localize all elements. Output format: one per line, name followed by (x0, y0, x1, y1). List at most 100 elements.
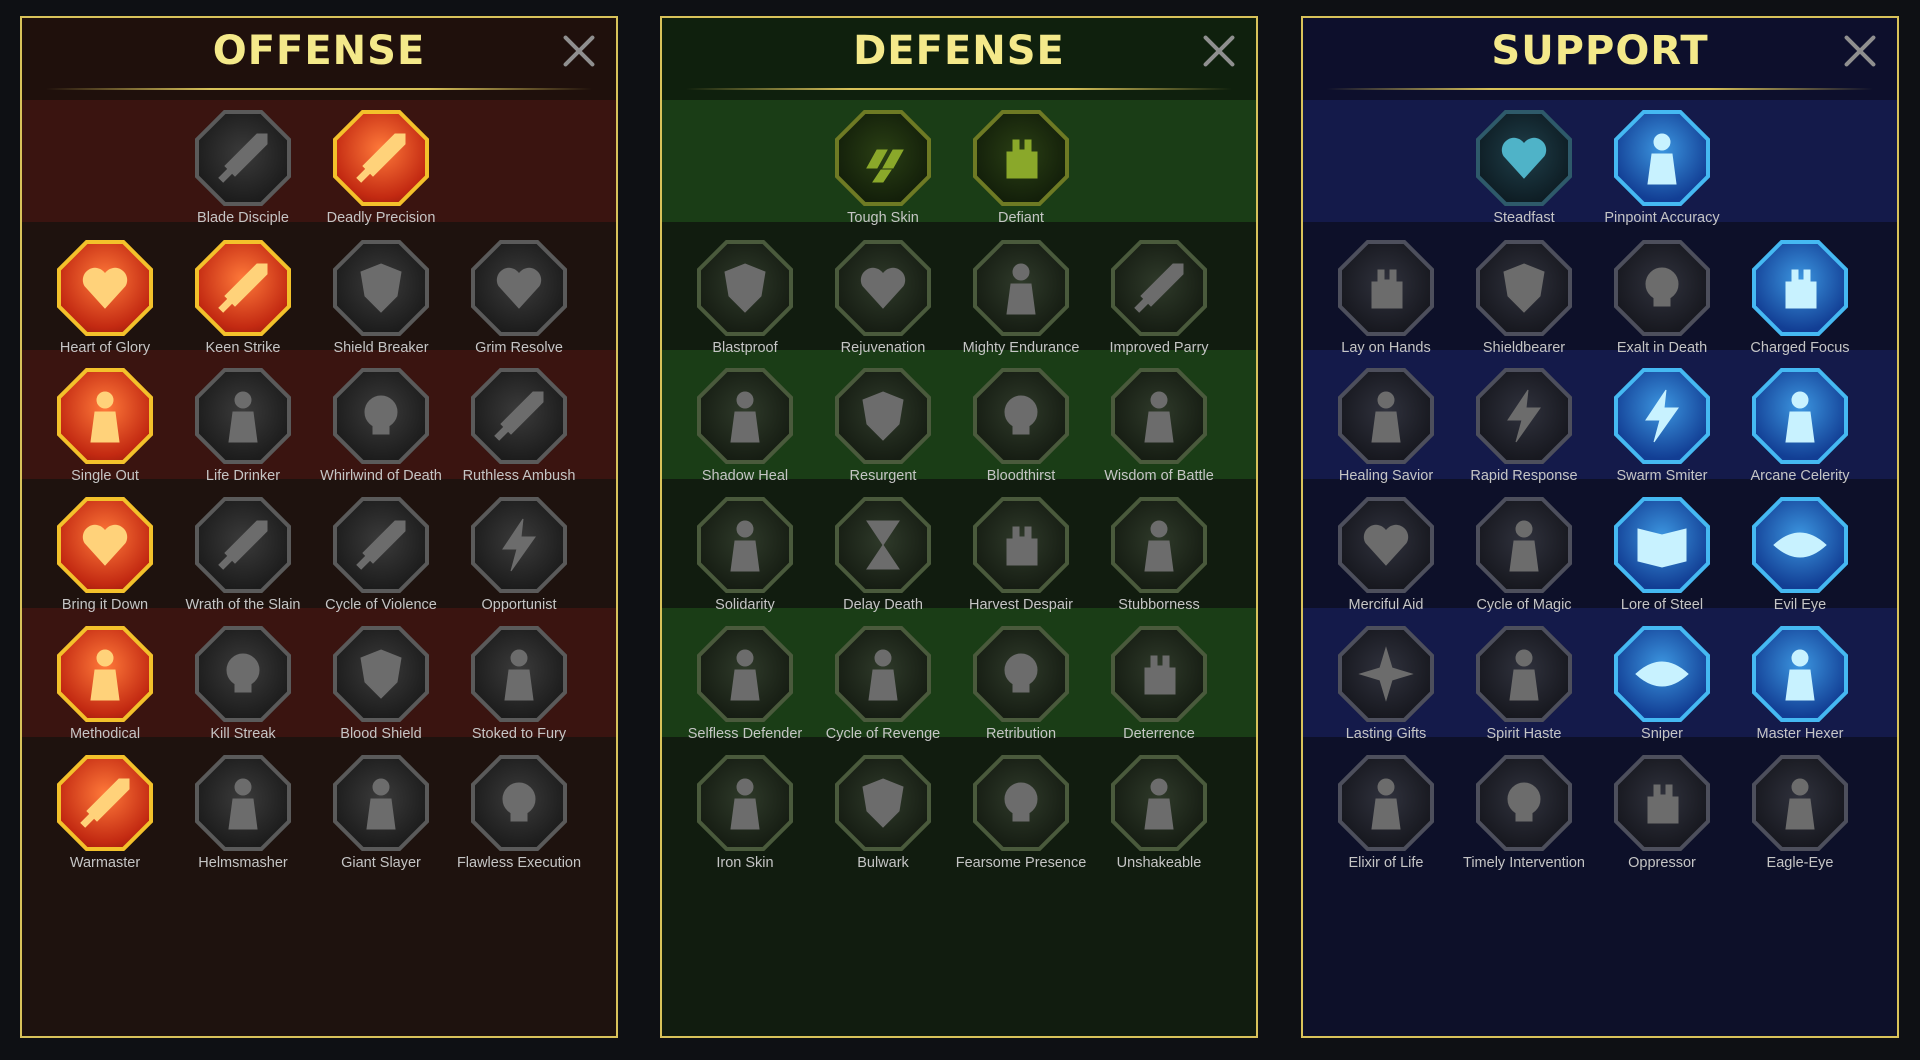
skill-deterrence[interactable]: Deterrence (1090, 626, 1228, 776)
skill-lasting-gifts[interactable]: Lasting Gifts (1317, 626, 1455, 776)
skill-iron-skin[interactable]: Iron Skin (676, 755, 814, 905)
skill-label: Single Out (71, 468, 139, 484)
skill-label: Whirlwind of Death (320, 468, 442, 484)
skill-label: Eagle-Eye (1766, 855, 1834, 871)
skill-giant-slayer[interactable]: Giant Slayer (312, 755, 450, 905)
skill-label: Blastproof (712, 340, 778, 356)
skill-label: Keen Strike (205, 340, 281, 356)
skill-label: Stoked to Fury (471, 726, 567, 742)
skill-cycle-of-violence[interactable]: Cycle of Violence (312, 497, 450, 647)
skill-shadow-heal[interactable]: Shadow Heal (676, 368, 814, 518)
skill-delay-death[interactable]: Delay Death (814, 497, 952, 647)
skill-frame (1111, 368, 1207, 464)
skill-label: Deadly Precision (326, 210, 436, 226)
skill-cycle-of-revenge[interactable]: Cycle of Revenge (814, 626, 952, 776)
skill-label: Flawless Execution (456, 855, 582, 871)
header-divider (46, 88, 592, 90)
skill-swarm-smiter[interactable]: Swarm Smiter (1593, 368, 1731, 518)
skill-frame (471, 755, 567, 851)
skill-label: Steadfast (1493, 210, 1555, 226)
skill-bloodthirst[interactable]: Bloodthirst (952, 368, 1090, 518)
skill-frame (1752, 755, 1848, 851)
skill-label: Exalt in Death (1616, 340, 1708, 356)
skill-frame (333, 626, 429, 722)
skill-bring-it-down[interactable]: Bring it Down (36, 497, 174, 647)
skill-unshakeable[interactable]: Unshakeable (1090, 755, 1228, 905)
skill-blade-disciple[interactable]: Blade Disciple (174, 110, 312, 260)
skill-wrath-of-the-slain[interactable]: Wrath of the Slain (174, 497, 312, 647)
skill-harvest-despair[interactable]: Harvest Despair (952, 497, 1090, 647)
skill-frame (1476, 368, 1572, 464)
skill-frame (835, 497, 931, 593)
skill-cycle-of-magic[interactable]: Cycle of Magic (1455, 497, 1593, 647)
skill-opportunist[interactable]: Opportunist (450, 497, 588, 647)
skill-eagle-eye[interactable]: Eagle-Eye (1731, 755, 1869, 905)
skill-kill-streak[interactable]: Kill Streak (174, 626, 312, 776)
skill-resurgent[interactable]: Resurgent (814, 368, 952, 518)
skill-frame (1752, 240, 1848, 336)
skill-frame (333, 755, 429, 851)
skill-defiant[interactable]: Defiant (952, 110, 1090, 260)
skill-wisdom-of-battle[interactable]: Wisdom of Battle (1090, 368, 1228, 518)
skill-methodical[interactable]: Methodical (36, 626, 174, 776)
skill-stoked-to-fury[interactable]: Stoked to Fury (450, 626, 588, 776)
skill-life-drinker[interactable]: Life Drinker (174, 368, 312, 518)
header-divider (1327, 88, 1873, 90)
close-icon[interactable] (560, 32, 598, 70)
skill-lore-of-steel[interactable]: Lore of Steel (1593, 497, 1731, 647)
close-icon[interactable] (1200, 32, 1238, 70)
skill-pinpoint-accuracy[interactable]: Pinpoint Accuracy (1593, 110, 1731, 260)
skill-label: Elixir of Life (1348, 855, 1424, 871)
skill-label: Charged Focus (1750, 340, 1850, 356)
skill-selfless-defender[interactable]: Selfless Defender (676, 626, 814, 776)
skill-label: Life Drinker (205, 468, 281, 484)
skill-label: Spirit Haste (1486, 726, 1562, 742)
skill-frame (1476, 755, 1572, 851)
skill-merciful-aid[interactable]: Merciful Aid (1317, 497, 1455, 647)
skill-frame (57, 626, 153, 722)
skill-label: Cycle of Magic (1476, 597, 1572, 613)
skill-arcane-celerity[interactable]: Arcane Celerity (1731, 368, 1869, 518)
skill-evil-eye[interactable]: Evil Eye (1731, 497, 1869, 647)
skill-stubborness[interactable]: Stubborness (1090, 497, 1228, 647)
skill-frame (57, 368, 153, 464)
skill-deadly-precision[interactable]: Deadly Precision (312, 110, 450, 260)
skill-label: Helmsmasher (198, 855, 288, 871)
skill-label: Unshakeable (1116, 855, 1202, 871)
defense-panel: DEFENSE Tough Skin Defiant Blastproof Rejuv… (660, 16, 1258, 1038)
skill-master-hexer[interactable]: Master Hexer (1731, 626, 1869, 776)
close-icon[interactable] (1841, 32, 1879, 70)
skill-blood-shield[interactable]: Blood Shield (312, 626, 450, 776)
skill-frame (1338, 626, 1434, 722)
skill-timely-intervention[interactable]: Timely Intervention (1455, 755, 1593, 905)
skill-ruthless-ambush[interactable]: Ruthless Ambush (450, 368, 588, 518)
panel-title: SUPPORT (1491, 28, 1709, 74)
skill-label: Bloodthirst (986, 468, 1056, 484)
skill-fearsome-presence[interactable]: Fearsome Presence (952, 755, 1090, 905)
skill-label: Shieldbearer (1482, 340, 1566, 356)
skill-helmsmasher[interactable]: Helmsmasher (174, 755, 312, 905)
skill-sniper[interactable]: Sniper (1593, 626, 1731, 776)
skill-solidarity[interactable]: Solidarity (676, 497, 814, 647)
skill-label: Evil Eye (1773, 597, 1827, 613)
skill-warmaster[interactable]: Warmaster (36, 755, 174, 905)
skill-single-out[interactable]: Single Out (36, 368, 174, 518)
skill-label: Selfless Defender (687, 726, 803, 742)
skill-tough-skin[interactable]: Tough Skin (814, 110, 952, 260)
skill-bulwark[interactable]: Bulwark (814, 755, 952, 905)
skill-label: Merciful Aid (1348, 597, 1424, 613)
header-divider (686, 88, 1232, 90)
skill-rapid-response[interactable]: Rapid Response (1455, 368, 1593, 518)
skill-oppressor[interactable]: Oppressor (1593, 755, 1731, 905)
skill-elixir-of-life[interactable]: Elixir of Life (1317, 755, 1455, 905)
skill-retribution[interactable]: Retribution (952, 626, 1090, 776)
skill-whirlwind-of-death[interactable]: Whirlwind of Death (312, 368, 450, 518)
skill-spirit-haste[interactable]: Spirit Haste (1455, 626, 1593, 776)
skill-frame (57, 755, 153, 851)
skill-flawless-execution[interactable]: Flawless Execution (450, 755, 588, 905)
skill-steadfast[interactable]: Steadfast (1455, 110, 1593, 260)
skill-frame (195, 497, 291, 593)
skill-healing-savior[interactable]: Healing Savior (1317, 368, 1455, 518)
skill-label: Fearsome Presence (955, 855, 1087, 871)
skill-frame (195, 240, 291, 336)
